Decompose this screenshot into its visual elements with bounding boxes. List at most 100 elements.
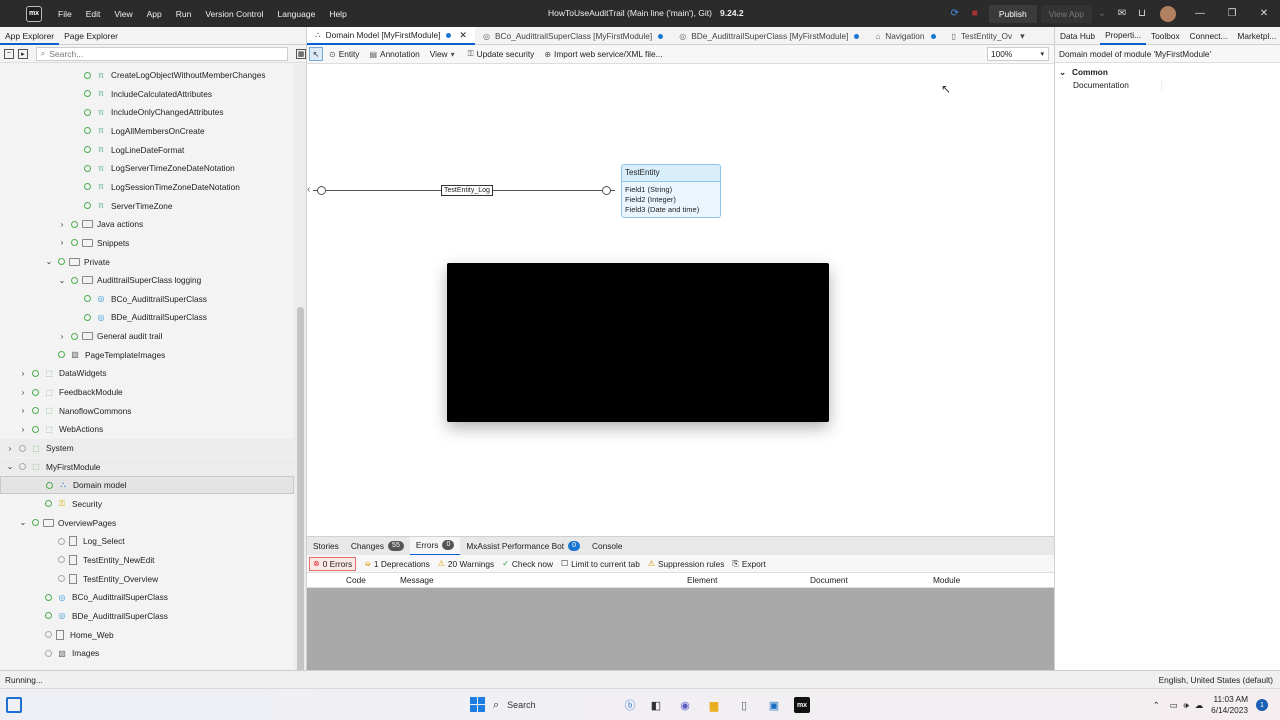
tree-item[interactable]: π LogSessionTimeZoneDateNotation	[0, 178, 294, 196]
tab-errors[interactable]: Errors 0	[409, 536, 461, 556]
tab-data-hub[interactable]: Data Hub	[1055, 31, 1100, 41]
column-element[interactable]: Element	[687, 575, 717, 585]
property-documentation[interactable]: Documentation	[1055, 79, 1280, 92]
close-icon[interactable]: ✕	[1248, 8, 1280, 19]
language-status[interactable]: English, United States (default)	[1159, 675, 1273, 685]
chevron-down-icon[interactable]: ⌄	[1092, 5, 1112, 23]
file-explorer-icon[interactable]: ▆	[706, 697, 722, 713]
annotation-button[interactable]: ▤ Annotation	[369, 49, 419, 59]
tree-item[interactable]: › General audit trail	[0, 327, 294, 345]
view-app-button[interactable]: View App	[1040, 4, 1092, 23]
tree-scroll-thumb[interactable]	[297, 307, 304, 687]
tree-item[interactable]: › Java actions	[0, 215, 294, 233]
chevron-down-icon[interactable]: ⌄	[57, 276, 67, 285]
update-security-button[interactable]: ⚿ Update security	[468, 49, 535, 59]
avatar[interactable]	[1160, 5, 1176, 22]
tree-item[interactable]: π ServerTimeZone	[0, 197, 294, 215]
tab-stories[interactable]: Stories	[307, 537, 345, 556]
tree-item[interactable]: ⌄ OverviewPages	[0, 514, 294, 532]
chevron-right-icon[interactable]: ›	[18, 425, 28, 434]
tree-item[interactable]: ◎ BCo_AudittrailSuperClass	[0, 290, 294, 308]
mendix-logo-icon[interactable]: mx	[26, 5, 42, 22]
tab-changes[interactable]: Changes 55	[345, 537, 410, 556]
tree-item[interactable]: π IncludeOnlyChangedAttributes	[0, 103, 294, 121]
menu-help[interactable]: Help	[329, 9, 346, 19]
tree-item[interactable]: ◎ BDe_AudittrailSuperClass	[0, 607, 294, 625]
entity-button[interactable]: ⊙ Entity	[329, 49, 359, 59]
tab-app-explorer[interactable]: App Explorer	[0, 27, 60, 45]
column-module[interactable]: Module	[933, 575, 960, 585]
chevron-right-icon[interactable]: ›	[57, 238, 67, 247]
remote-desktop-icon[interactable]: ▣	[766, 697, 782, 713]
tree-item[interactable]: π LogServerTimeZoneDateNotation	[0, 159, 294, 177]
task-view-icon[interactable]: ◧	[648, 697, 664, 713]
tab-bco-audittrail[interactable]: ◎ BCo_AudittrailSuperClass [MyFirstModul…	[475, 27, 671, 45]
chevron-up-icon[interactable]: ⌃	[1153, 700, 1160, 710]
tree-item[interactable]: › ⬚ System	[0, 439, 294, 457]
tree-item[interactable]: ◎ BCo_AudittrailSuperClass	[0, 588, 294, 606]
suppression-rules-button[interactable]: ⚠ Suppression rules	[648, 559, 725, 569]
stop-icon[interactable]: ■	[965, 5, 985, 23]
clock[interactable]: 11:03 AM 6/14/2023	[1211, 694, 1248, 716]
menu-file[interactable]: File	[58, 9, 72, 19]
tree-item[interactable]: › Snippets	[0, 234, 294, 252]
tree-item[interactable]: π LogAllMembersOnCreate	[0, 122, 294, 140]
sync-icon[interactable]: ⟳	[945, 5, 965, 23]
export-button[interactable]: ⎘ Export	[732, 559, 765, 569]
tree-item[interactable]: π CreateLogObjectWithoutMemberChanges	[0, 66, 294, 84]
tree-item[interactable]: ⛬ Domain model	[0, 476, 294, 495]
menu-version-control[interactable]: Version Control	[205, 9, 263, 19]
tree-item[interactable]: ⌄ Private	[0, 253, 294, 271]
bing-icon[interactable]: ⓑ	[622, 697, 638, 713]
tab-page-explorer[interactable]: Page Explorer	[59, 31, 123, 41]
tab-toolbox[interactable]: Toolbox	[1146, 31, 1185, 41]
tree-item[interactable]: ⌄ ⬚ MyFirstModule	[0, 457, 294, 476]
menu-app[interactable]: App	[147, 9, 162, 19]
tree-item[interactable]: › ⬚ FeedbackModule	[0, 383, 294, 401]
volume-icon[interactable]: 🕪	[1184, 700, 1189, 711]
minimize-icon[interactable]: —	[1184, 8, 1216, 19]
chevron-right-icon[interactable]: ›	[18, 406, 28, 415]
tab-properties[interactable]: Properti...	[1100, 27, 1147, 45]
entity-attribute[interactable]: Field2 (Integer)	[622, 195, 720, 205]
menu-language[interactable]: Language	[277, 9, 315, 19]
maximize-icon[interactable]: ❐	[1216, 8, 1248, 19]
tree-item[interactable]: Home_Web	[0, 626, 294, 644]
notepad-icon[interactable]: ▯	[736, 697, 752, 713]
publish-button[interactable]: Publish	[988, 4, 1037, 23]
column-document[interactable]: Document	[810, 575, 848, 585]
tree-item[interactable]: π LogLineDateFormat	[0, 141, 294, 159]
tab-mxassist[interactable]: MxAssist Performance Bot 0	[460, 537, 586, 556]
entity-attribute[interactable]: Field1 (String)	[622, 185, 720, 195]
tree-item[interactable]: › ⬚ DataWidgets	[0, 364, 294, 382]
association-endpoint[interactable]	[317, 186, 326, 195]
tree-item[interactable]: › ⬚ WebActions	[0, 420, 294, 438]
collapse-all-icon[interactable]: −	[4, 48, 14, 59]
tab-navigation[interactable]: ⌂ Navigation	[867, 27, 943, 45]
chevron-right-icon[interactable]: ›	[5, 444, 15, 453]
taskbar-search[interactable]: ⌕ Search	[493, 696, 613, 714]
chevron-right-icon[interactable]: ›	[57, 332, 67, 341]
association-label[interactable]: TestEntity_Log	[441, 185, 493, 196]
column-message[interactable]: Message	[400, 575, 434, 585]
association-endpoint[interactable]	[602, 186, 611, 195]
search-input[interactable]: ⌕ Search...	[35, 46, 289, 61]
layout-icon[interactable]: ▦	[296, 48, 307, 59]
menu-run[interactable]: Run	[176, 9, 192, 19]
mendix-studio-taskbar-icon[interactable]: mx	[794, 697, 810, 713]
tree-item[interactable]: π IncludeCalculatedAttributes	[0, 85, 294, 103]
teams-chat-icon[interactable]: ◉	[677, 697, 693, 713]
tree-item[interactable]: ⚿ Security	[0, 495, 294, 513]
network-icon[interactable]: ▭	[1170, 700, 1178, 710]
tab-console[interactable]: Console	[586, 537, 628, 556]
chevron-right-icon[interactable]: ›	[18, 388, 28, 397]
tab-connector[interactable]: Connect...	[1185, 31, 1233, 41]
chevron-down-icon[interactable]: ⌄	[18, 518, 28, 527]
warnings-filter-button[interactable]: ⚠ 20 Warnings	[438, 559, 494, 569]
view-dropdown[interactable]: View ▾	[430, 49, 458, 59]
expand-icon[interactable]: ▸	[17, 48, 28, 59]
tree-item[interactable]: › ⬚ NanoflowCommons	[0, 402, 294, 420]
chevron-down-icon[interactable]: ⌄	[5, 462, 15, 471]
tree-item[interactable]: ▧ Images	[0, 644, 294, 662]
import-button[interactable]: ⊕ Import web service/XML file...	[544, 49, 662, 59]
